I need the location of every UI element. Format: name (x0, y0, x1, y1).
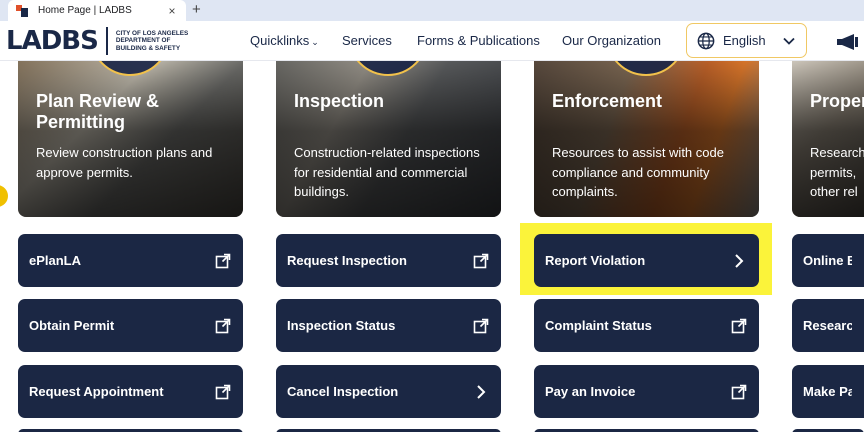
button-label: Cancel Inspection (287, 384, 399, 399)
logo-wordmark: LADBS (6, 26, 99, 56)
button-label: Pay an Invoice (545, 384, 636, 399)
pay-invoice-button[interactable]: Pay an Invoice (534, 365, 759, 418)
cancel-inspection-button[interactable]: Cancel Inspection (276, 365, 501, 418)
card-description: Review construction plans and approve pe… (36, 145, 213, 180)
external-link-icon (731, 384, 747, 399)
globe-icon (697, 32, 715, 49)
external-link-icon (215, 253, 231, 268)
button-label: Online Bu (803, 253, 852, 268)
button-label: ePlanLA (29, 253, 82, 268)
card-title: Inspection (294, 91, 385, 111)
button-label: Obtain Permit (29, 318, 115, 333)
external-link-icon (473, 253, 489, 268)
button-label: Report Violation (545, 253, 646, 268)
request-appointment-button[interactable]: Request Appointment (18, 365, 243, 418)
card-property[interactable]: Proper Research permits, other rel (792, 61, 864, 217)
nav-services[interactable]: Services (342, 21, 392, 61)
browser-tab-strip: Home Page | LADBS × + (0, 0, 864, 21)
button-label: Research (803, 318, 852, 333)
ladbs-logo[interactable]: LADBS CITY OF LOS ANGELES DEPARTMENT OF … (6, 26, 188, 56)
language-label: English (723, 33, 766, 48)
nav-our-organization[interactable]: Our Organization (562, 21, 661, 61)
obtain-permit-button[interactable]: Obtain Permit (18, 299, 243, 352)
research-button[interactable]: Research (792, 299, 864, 352)
logo-sub-line: DEPARTMENT OF (115, 37, 171, 45)
logo-divider (105, 27, 108, 55)
tab-title: Home Page | LADBS (38, 5, 132, 16)
megaphone-icon[interactable] (836, 33, 862, 51)
logo-sub-line: BUILDING & SAFETY (115, 44, 181, 52)
card-description: Construction-related inspections for res… (294, 145, 480, 199)
chevron-down-icon: ⌄ (311, 37, 319, 47)
language-selector[interactable]: English (686, 23, 807, 58)
external-link-icon (215, 318, 231, 333)
side-indicator (0, 185, 8, 207)
browser-tab[interactable]: Home Page | LADBS × (8, 0, 186, 21)
request-inspection-button[interactable]: Request Inspection (276, 234, 501, 287)
card-plan-review[interactable]: Plan Review & Permitting Review construc… (18, 61, 243, 217)
eplanla-button[interactable]: ePlanLA (18, 234, 243, 287)
button-label: Complaint Status (545, 318, 652, 333)
chevron-down-icon (783, 37, 795, 45)
logo-subtitle: CITY OF LOS ANGELES DEPARTMENT OF BUILDI… (116, 30, 188, 52)
new-tab-button[interactable]: + (192, 1, 201, 19)
ladbs-favicon (16, 4, 28, 17)
nav-quicklinks[interactable]: Quicklinks ⌄ (250, 21, 319, 61)
button-label: Make Pay (803, 384, 852, 399)
button-label: Request Inspection (287, 253, 407, 268)
make-payment-button[interactable]: Make Pay (792, 365, 864, 418)
external-link-icon (731, 318, 747, 333)
card-title: Plan Review & Permitting (36, 91, 160, 132)
external-link-icon (215, 384, 231, 399)
card-title: Enforcement (552, 91, 663, 111)
external-link-icon (473, 318, 489, 333)
inspection-status-button[interactable]: Inspection Status (276, 299, 501, 352)
button-label: Request Appointment (29, 384, 164, 399)
card-inspection[interactable]: Inspection Construction-related inspecti… (276, 61, 501, 217)
card-description: Resources to assist with code compliance… (552, 145, 724, 199)
close-tab-icon[interactable]: × (166, 4, 178, 18)
online-button[interactable]: Online Bu (792, 234, 864, 287)
report-violation-button[interactable]: Report Violation (534, 234, 759, 287)
card-description: Research permits, other rel (810, 145, 864, 199)
chevron-right-icon (735, 253, 744, 268)
card-enforcement[interactable]: Enforcement Resources to assist with cod… (534, 61, 759, 217)
chevron-right-icon (477, 384, 486, 399)
card-title: Proper (810, 91, 864, 111)
button-label: Inspection Status (287, 318, 396, 333)
nav-forms-publications[interactable]: Forms & Publications (417, 21, 540, 61)
complaint-status-button[interactable]: Complaint Status (534, 299, 759, 352)
nav-quicklinks-label: Quicklinks (250, 33, 310, 48)
logo-sub-line: CITY OF LOS ANGELES (115, 29, 189, 37)
